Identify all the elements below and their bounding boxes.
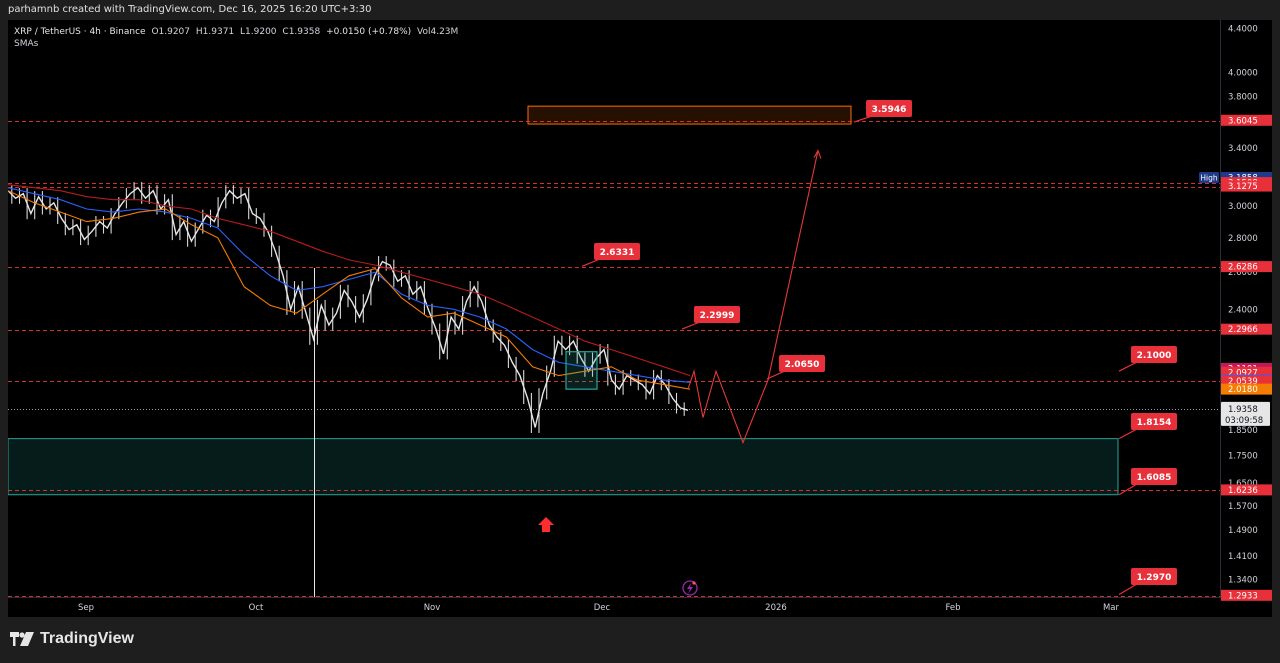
time-axis-tick: 2026	[765, 603, 787, 613]
price-axis-tick: 1.3400	[1228, 575, 1258, 585]
callout-pointer	[581, 258, 601, 267]
tradingview-logo-icon	[10, 632, 34, 646]
price-axis-tick: 1.7500	[1228, 452, 1258, 462]
price-axis-tick: 1.4900	[1228, 526, 1258, 536]
price-axis-tick: 3.0000	[1228, 202, 1258, 212]
sma-line-1[interactable]	[8, 184, 691, 377]
footer: TradingView	[0, 617, 1280, 663]
time-axis-tick: Dec	[594, 603, 611, 613]
price-badge-label: 1.2933	[1228, 591, 1258, 601]
tradingview-logo-text: TradingView	[40, 630, 134, 647]
lightning-icon	[687, 583, 693, 594]
callout-label[interactable]: 1.8154	[1137, 418, 1172, 428]
symbol-title[interactable]: XRP / TetherUS · 4h · Binance	[14, 27, 146, 37]
time-axis-tick: Feb	[945, 603, 960, 613]
callout-label[interactable]: 1.2970	[1137, 573, 1172, 583]
price-axis-tick: 2.8000	[1228, 234, 1258, 244]
callout-label[interactable]: 2.6331	[600, 248, 635, 258]
open-value: O1.9207	[151, 27, 191, 37]
last-price-countdown: 03:09:58	[1225, 416, 1263, 426]
price-axis-tick: 3.8000	[1228, 92, 1258, 102]
time-axis-tick: Oct	[249, 603, 264, 613]
price-axis-tick: 1.4100	[1228, 552, 1258, 562]
tradingview-logo[interactable]: TradingView	[10, 630, 134, 648]
up-arrow-icon	[538, 517, 554, 532]
consolidation-box[interactable]	[565, 351, 598, 390]
time-axis-tick: Sep	[78, 603, 94, 613]
price-badge-label: 2.0180	[1228, 385, 1258, 395]
callout-label[interactable]: 2.2999	[700, 311, 735, 321]
callout-label[interactable]: 3.5946	[872, 105, 907, 115]
price-axis-tick: 3.4000	[1228, 144, 1258, 154]
price-line[interactable]	[8, 186, 689, 428]
price-axis-tick: 4.4000	[1228, 24, 1258, 34]
low-value: L1.9200	[240, 27, 277, 37]
price-badge-label: 1.6236	[1228, 486, 1258, 496]
time-axis-tick: Nov	[424, 603, 441, 613]
change-value: +0.0150 (+0.78%)	[326, 27, 412, 37]
time-axis-tick: Mar	[1103, 603, 1120, 613]
high-badge-label: High	[1200, 174, 1217, 183]
projection-path[interactable]	[687, 150, 819, 445]
notification-dot	[692, 581, 696, 585]
symbol-legend: XRP / TetherUS · 4h · Binance O1.9207 H1…	[14, 26, 458, 50]
callout-pointer	[1118, 583, 1138, 596]
callout-pointer	[681, 321, 701, 330]
price-badge-label: 3.6045	[1228, 116, 1258, 126]
top-bar: parhamnb created with TradingView.com, D…	[0, 0, 1280, 20]
credit-text: parhamnb created with TradingView.com, D…	[8, 4, 372, 15]
close-value: C1.9358	[282, 27, 321, 37]
high-value: H1.9371	[195, 27, 235, 37]
callout-label[interactable]: 1.6085	[1137, 473, 1172, 483]
indicator-label[interactable]: SMAs	[14, 38, 458, 50]
price-badge-label: 2.6286	[1228, 263, 1258, 273]
price-axis-tick: 2.4000	[1228, 305, 1258, 315]
price-axis-tick: 1.8500	[1228, 426, 1258, 436]
price-badge-label: 3.1275	[1228, 182, 1258, 192]
callout-label[interactable]: 2.1000	[1137, 351, 1172, 361]
callout-pointer	[1118, 428, 1138, 440]
chart-area[interactable]: 3.5946 2.6331 2.2999 2.0650 2.1000 1.8154 1.60…	[8, 20, 1272, 617]
last-price-label: 1.9358	[1228, 405, 1258, 415]
volume-value: Vol4.23M	[417, 27, 459, 37]
demand-zone[interactable]	[8, 438, 1119, 496]
callout-label[interactable]: 2.0650	[785, 360, 820, 370]
callout-pointer	[1118, 483, 1138, 496]
price-badge-label: 2.2966	[1228, 325, 1258, 335]
chart-canvas[interactable]: 3.5946 2.6331 2.2999 2.0650 2.1000 1.8154 1.60…	[8, 20, 1272, 617]
callout-pointer	[1118, 361, 1138, 372]
ohlc-row: XRP / TetherUS · 4h · Binance O1.9207 H1…	[14, 26, 458, 38]
price-axis-tick: 1.5700	[1228, 502, 1258, 512]
price-axis-tick: 4.0000	[1228, 69, 1258, 79]
